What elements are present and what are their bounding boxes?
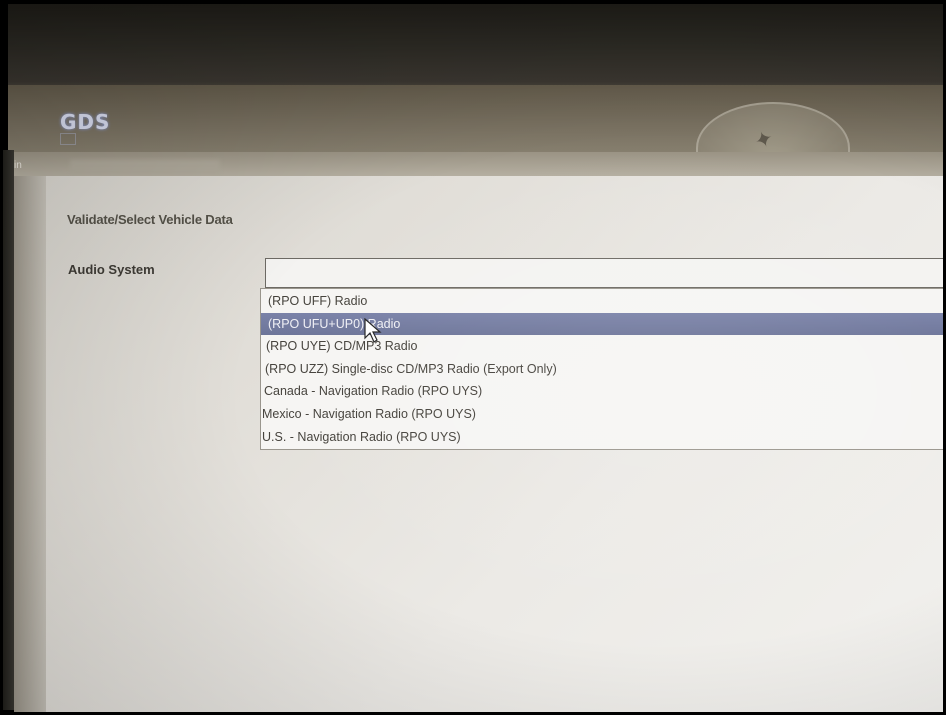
gds-logo: GDS bbox=[60, 110, 111, 134]
tab-title-blurred[interactable] bbox=[70, 160, 220, 174]
mouse-pointer-icon bbox=[364, 318, 382, 343]
audio-option[interactable]: (RPO UFF) Radio bbox=[261, 290, 946, 312]
audio-option[interactable]: U.S. - Navigation Radio (RPO UYS) bbox=[261, 426, 946, 448]
logo-sub-icon bbox=[60, 133, 76, 145]
page-title: Validate/Select Vehicle Data bbox=[67, 212, 233, 227]
tab-label[interactable]: in bbox=[14, 160, 22, 171]
audio-system-label: Audio System bbox=[68, 262, 155, 277]
audio-option[interactable]: (RPO UZZ) Single-disc CD/MP3 Radio (Expo… bbox=[261, 358, 946, 380]
audio-system-dropdown-list: (RPO UFF) Radio (RPO UFU+UP0) Radio (RPO U… bbox=[260, 288, 946, 450]
panel-left-edge bbox=[14, 176, 46, 715]
photo-frame: GDS ✦ in Validate/Select Vehicle Data Au… bbox=[0, 0, 946, 715]
audio-system-select[interactable] bbox=[265, 258, 946, 288]
audio-option[interactable]: Canada - Navigation Radio (RPO UYS) bbox=[261, 380, 946, 402]
monitor-bezel bbox=[0, 150, 14, 710]
audio-option[interactable]: Mexico - Navigation Radio (RPO UYS) bbox=[261, 403, 946, 425]
